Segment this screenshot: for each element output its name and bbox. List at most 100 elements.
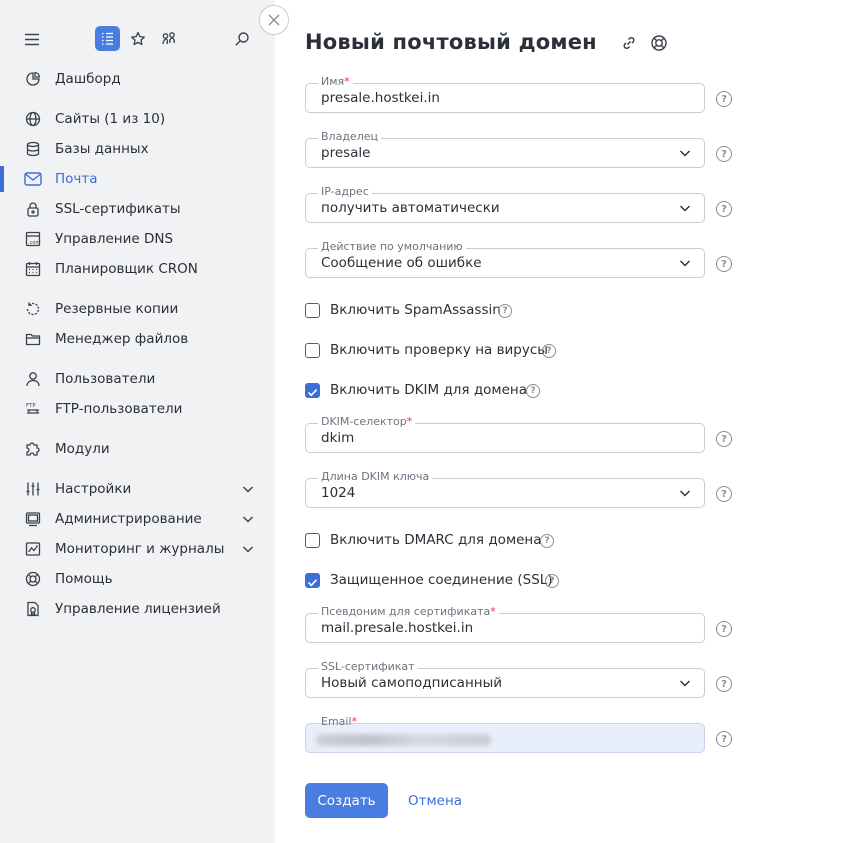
help-icon[interactable]: ? [542,344,556,358]
folder-icon [24,330,42,348]
sidebar-item-mail[interactable]: Почта [0,166,275,192]
star-icon[interactable] [125,26,151,52]
owner-select[interactable]: Владелец presale [305,130,705,168]
ssl-certificate-select-label: SSL-сертификат [318,660,418,674]
name-field[interactable]: Имя* presale.hostkei.in [305,75,705,113]
chevron-down-icon [680,150,690,157]
help-icon[interactable]: ? [716,731,732,747]
search-icon[interactable] [229,26,255,52]
sidebar-item-label: Администрирование [55,511,202,527]
dkim-checkbox[interactable] [305,383,320,398]
dkim-key-length-select[interactable]: Длина DKIM ключа 1024 [305,470,705,508]
chevron-down-icon [680,490,690,497]
help-icon[interactable]: ? [716,201,732,217]
sidebar-item-files[interactable]: Менеджер файлов [0,326,275,352]
ssl-certificate-select[interactable]: SSL-сертификат Новый самоподписанный [305,660,705,698]
list-view-icon[interactable] [95,26,120,51]
dns-icon: .com [24,230,42,248]
lifebuoy-icon[interactable] [650,34,668,52]
dmarc-checkbox-label: Включить DMARC для домена [330,532,542,548]
sidebar-item-ssl[interactable]: SSL-сертификаты [0,196,275,222]
sidebar-item-modules[interactable]: Модули [0,436,275,462]
backup-icon [24,300,42,318]
sidebar-item-monitoring[interactable]: Мониторинг и журналы [0,536,275,562]
help-icon[interactable]: ? [498,304,512,318]
ip-address-select-label: IP-адрес [318,185,372,199]
cert-alias-field-value: mail.presale.hostkei.in [321,620,474,636]
sidebar-item-label: Настройки [55,481,132,497]
sidebar-item-dns[interactable]: .com Управление DNS [0,226,275,252]
sidebar-item-license[interactable]: Управление лицензией [0,596,275,622]
hamburger-menu-icon[interactable] [19,26,45,52]
sidebar-item-administration[interactable]: Администрирование [0,506,275,532]
sidebar-item-help[interactable]: Помощь [0,566,275,592]
sidebar-item-backup[interactable]: Резервные копии [0,296,275,322]
chevron-down-icon[interactable] [240,511,256,527]
spamassassin-checkbox-label: Включить SpamAssassin [330,302,501,318]
sidebar-item-ftp-users[interactable]: FTP FTP-пользователи [0,396,275,422]
dkim-selector-field[interactable]: DKIM-селектор* dkim [305,415,705,453]
antivirus-checkbox[interactable] [305,343,320,358]
owner-select-value: presale [321,145,371,161]
spamassassin-checkbox[interactable] [305,303,320,318]
svg-text:.com: .com [28,240,40,246]
sidebar-item-label: Резервные копии [55,301,179,317]
sidebar-item-cron[interactable]: Планировщик CRON [0,256,275,282]
sidebar-toolbar [0,0,275,70]
default-action-select-value: Сообщение об ошибке [321,255,482,271]
email-field[interactable]: Email* [305,715,705,753]
help-icon[interactable]: ? [716,431,732,447]
sidebar-item-databases[interactable]: Базы данных [0,136,275,162]
help-icon[interactable]: ? [716,676,732,692]
sidebar-item-label: Управление DNS [55,231,174,247]
ip-address-select[interactable]: IP-адрес получить автоматически [305,185,705,223]
page-title: Новый почтовый домен [305,30,597,54]
link-icon[interactable] [620,34,638,52]
chart-icon [24,540,42,558]
dashboard-icon [24,70,42,88]
sidebar-item-sites[interactable]: Сайты (1 из 10) [0,106,275,132]
help-icon[interactable]: ? [716,621,732,637]
sidebar-item-label: Базы данных [55,141,149,157]
group-icon[interactable] [156,26,182,52]
dmarc-checkbox[interactable] [305,533,320,548]
close-panel-button[interactable] [259,5,289,35]
ssl-checkbox[interactable] [305,573,320,588]
help-icon[interactable]: ? [545,574,559,588]
calendar-icon [24,260,42,278]
checkmark-icon [307,389,318,397]
close-icon [268,14,280,26]
dkim-selector-field-value: dkim [321,430,355,446]
cert-alias-field-label: Псевдоним для сертификата* [318,605,499,619]
cert-alias-field[interactable]: Псевдоним для сертификата* mail.presale.… [305,605,705,643]
chevron-down-icon[interactable] [240,541,256,557]
help-icon[interactable]: ? [716,146,732,162]
help-icon[interactable]: ? [716,91,732,107]
help-icon[interactable]: ? [716,486,732,502]
lifebuoy-icon [24,570,42,588]
sidebar-item-settings[interactable]: Настройки [0,476,275,502]
sidebar-item-users[interactable]: Пользователи [0,366,275,392]
checkmark-icon [307,579,318,587]
antivirus-checkbox-label: Включить проверку на вирусы [330,342,548,358]
puzzle-icon [24,440,42,458]
lock-icon [24,200,42,218]
chevron-down-icon [680,680,690,687]
app-window: Дашборд Сайты (1 из 10) Базы данных Почт… [0,0,856,843]
database-icon [24,140,42,158]
help-icon[interactable]: ? [716,256,732,272]
sidebar-item-dashboard[interactable]: Дашборд [0,66,275,92]
help-icon[interactable]: ? [526,384,540,398]
chevron-down-icon[interactable] [240,481,256,497]
help-icon[interactable]: ? [540,534,554,548]
sidebar-item-label: Менеджер файлов [55,331,189,347]
globe-icon [24,110,42,128]
create-button[interactable]: Создать [305,783,388,818]
cancel-button[interactable]: Отмена [408,793,462,809]
user-icon [24,370,42,388]
default-action-select[interactable]: Действие по умолчанию Сообщение об ошибк… [305,240,705,278]
dkim-checkbox-label: Включить DKIM для домена [330,382,527,398]
sidebar-item-label: Почта [55,171,98,187]
sidebar-item-label: FTP-пользователи [55,401,183,417]
sidebar-item-label: Управление лицензией [55,601,221,617]
